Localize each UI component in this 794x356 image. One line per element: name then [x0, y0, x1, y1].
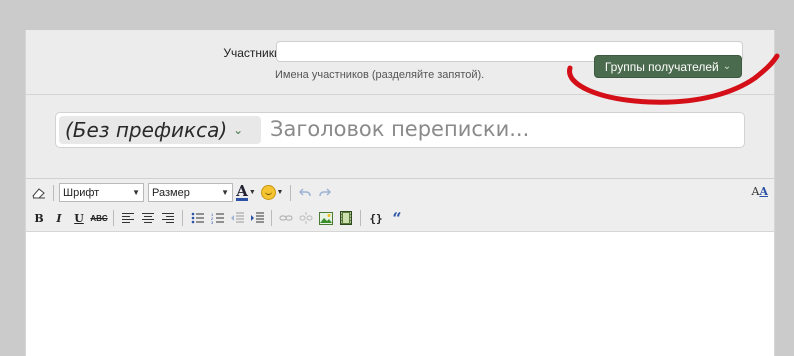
recipients-row: Участники: Имена участников (разделяйте …	[26, 30, 774, 94]
font-color-button[interactable]: A ▼	[235, 184, 257, 202]
prefix-select[interactable]: (Без префикса) ⌄	[59, 116, 261, 144]
toolbar-separator	[271, 210, 272, 226]
numbered-list-icon[interactable]: 123	[208, 209, 226, 227]
toolbar-row-1: Шрифт ▼ Размер ▼ A ▼ ▼	[30, 183, 334, 202]
bullet-list-icon[interactable]	[188, 209, 206, 227]
font-size-label: Размер	[152, 186, 190, 199]
redo-icon[interactable]	[316, 184, 334, 202]
new-conversation-panel: Участники: Имена участников (разделяйте …	[25, 30, 775, 356]
recipient-groups-label: Группы получателей	[604, 59, 719, 74]
remove-formatting-icon[interactable]: AA	[752, 185, 769, 198]
caret-down-icon: ▼	[132, 188, 140, 197]
font-color-icon: A	[236, 182, 248, 201]
toolbar-separator	[360, 210, 361, 226]
title-field[interactable]: (Без префикса) ⌄ Заголовок переписки...	[55, 112, 745, 148]
undo-icon[interactable]	[296, 184, 314, 202]
divider	[26, 94, 774, 95]
recipient-groups-button[interactable]: Группы получателей ⌄	[594, 55, 742, 78]
caret-down-icon: ▼	[221, 188, 229, 197]
smilies-button[interactable]: ▼	[259, 184, 285, 202]
recipients-label: Участники:	[223, 46, 284, 60]
caret-down-icon: ▼	[276, 189, 284, 196]
strikethrough-button[interactable]: ABC	[90, 209, 108, 227]
prefix-label: (Без префикса)	[65, 118, 228, 142]
toolbar-separator	[182, 210, 183, 226]
toolbar-row-2: B I U ABC 123 {} “	[30, 209, 406, 228]
title-placeholder[interactable]: Заголовок переписки...	[270, 117, 529, 141]
toolbar-separator	[113, 210, 114, 226]
toolbar-separator	[290, 184, 291, 201]
recipients-hint: Имена участников (разделяйте запятой).	[275, 69, 485, 81]
bold-button[interactable]: B	[30, 209, 48, 227]
align-left-icon[interactable]	[119, 209, 137, 227]
remove-format-glyph: A	[759, 185, 768, 198]
italic-button[interactable]: I	[50, 209, 68, 227]
editor-toolbar: Шрифт ▼ Размер ▼ A ▼ ▼ AA B I U ABC 1 2 …	[26, 178, 774, 232]
message-editor: Шрифт ▼ Размер ▼ A ▼ ▼ AA B I U ABC 1 2 …	[26, 178, 774, 356]
smiley-icon	[260, 185, 276, 200]
quote-icon[interactable]: “	[388, 209, 406, 228]
font-family-label: Шрифт	[63, 186, 100, 199]
font-family-select[interactable]: Шрифт ▼	[59, 183, 144, 202]
title-row: (Без префикса) ⌄ Заголовок переписки...	[26, 96, 774, 176]
indent-icon[interactable]	[248, 209, 266, 227]
underline-button[interactable]: U	[70, 209, 88, 227]
toolbar-separator	[53, 184, 54, 201]
link-icon[interactable]	[277, 209, 295, 227]
eraser-icon[interactable]	[30, 184, 48, 202]
outdent-icon[interactable]	[228, 209, 246, 227]
align-right-icon[interactable]	[159, 209, 177, 227]
caret-down-icon: ▼	[248, 189, 256, 196]
font-size-select[interactable]: Размер ▼	[148, 183, 233, 202]
media-icon[interactable]	[337, 209, 355, 227]
svg-text:3: 3	[211, 220, 214, 224]
message-body-area[interactable]	[26, 232, 774, 356]
align-center-icon[interactable]	[139, 209, 157, 227]
chevron-down-icon: ⌄	[233, 123, 244, 137]
chevron-down-icon: ⌄	[722, 61, 732, 72]
image-icon[interactable]	[317, 209, 335, 227]
unlink-icon[interactable]	[297, 209, 315, 227]
code-icon[interactable]: {}	[366, 209, 386, 227]
